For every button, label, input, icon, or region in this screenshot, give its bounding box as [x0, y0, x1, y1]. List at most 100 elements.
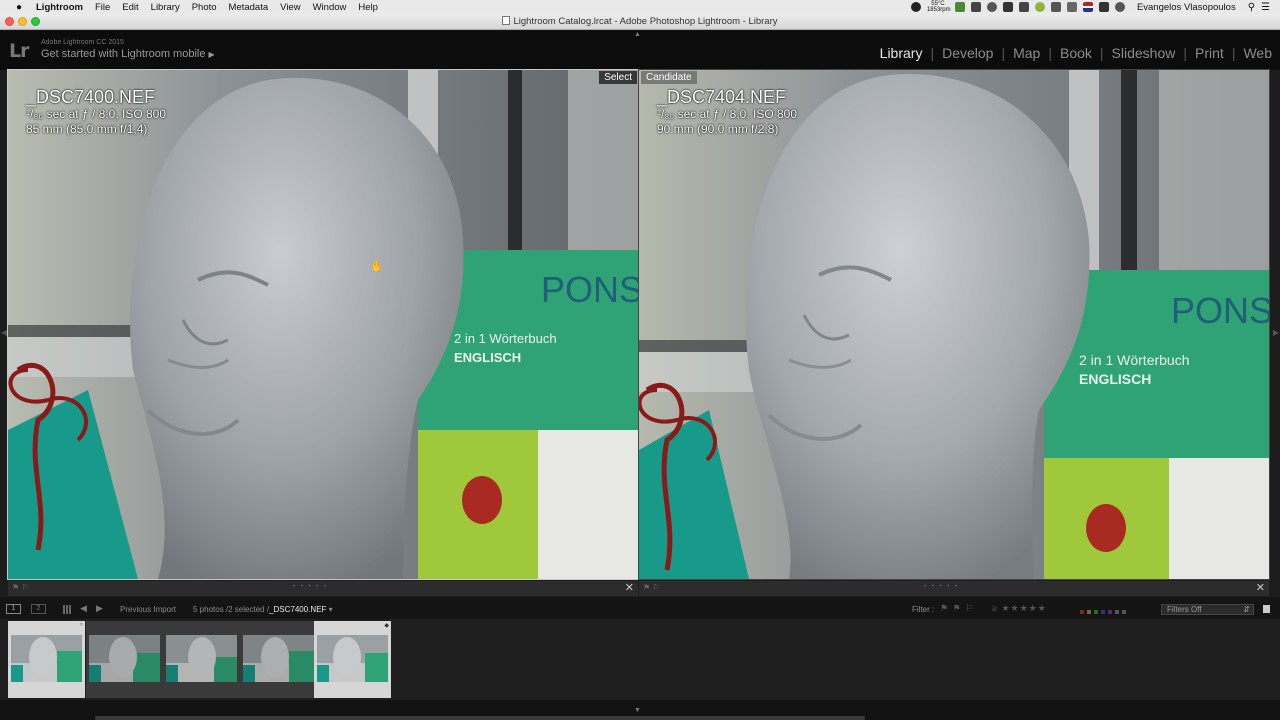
filmstrip-toolbar: 1 2 ◀ ▶ Previous Import 5 photos /2 sele…: [0, 601, 1280, 618]
select-panel-footer: ⚑ ⚐ • • • • • ✕: [8, 581, 638, 596]
window-title-bar: Lightroom Catalog.lrcat - Adobe Photosho…: [0, 14, 1280, 30]
menu-metadata[interactable]: Metadata: [229, 2, 269, 13]
network-icon[interactable]: [954, 2, 965, 12]
menu-help[interactable]: Help: [358, 2, 378, 13]
close-window-button[interactable]: [5, 17, 14, 26]
lightroom-logo: Lr: [9, 40, 30, 62]
module-slideshow[interactable]: Slideshow: [1104, 45, 1184, 61]
collapse-top-panel-icon[interactable]: ▲: [634, 31, 641, 38]
candidate-info-overlay: _DSC7404.NEF ¹/₈₀ sec at ƒ / 8,0, ISO 80…: [657, 87, 797, 137]
candidate-photo[interactable]: PONS 2 in 1 Wörterbuch ENGLISCH Candidat…: [638, 69, 1270, 580]
forward-arrow-icon[interactable]: ▶: [96, 603, 103, 614]
menu-lightroom[interactable]: Lightroom: [36, 2, 83, 13]
secondary-monitor-button[interactable]: 2: [31, 604, 46, 614]
filter-lock-icon[interactable]: [1263, 605, 1270, 613]
time-machine-icon[interactable]: [1114, 2, 1125, 12]
thumbnail-badge-icon: ◆: [384, 623, 389, 629]
filmstrip-thumbnail[interactable]: [163, 621, 240, 698]
camera-icon[interactable]: [970, 2, 981, 12]
notification-center-icon[interactable]: ☰: [1261, 2, 1270, 13]
select-panel: PONS 2 in 1 Wörterbuch ENGLISCH Select _…: [7, 69, 639, 597]
select-exposure: ¹/₈₀ sec at ƒ / 8,0, ISO 800: [26, 107, 167, 121]
current-photo-name: _DSC7400.NEF: [269, 605, 327, 614]
select-flag-icons[interactable]: ⚑ ⚐: [12, 583, 29, 592]
temperature-readout: 55°C 1853rpm: [927, 1, 951, 13]
photo-count-label: 5 photos /2 selected /: [193, 605, 270, 614]
menu-view[interactable]: View: [280, 2, 300, 13]
filmstrip-count[interactable]: 5 photos /2 selected /_DSC7400.NEF ▾: [193, 605, 333, 614]
spotlight-icon[interactable]: ⚲: [1248, 2, 1255, 13]
thumbnail-picture: [166, 635, 237, 682]
select-rating-dots[interactable]: • • • • •: [293, 584, 328, 590]
filters-preset-select[interactable]: Filters Off ⇵: [1161, 604, 1254, 615]
left-panel-toggle-icon[interactable]: ◀: [1, 328, 7, 337]
primary-monitor-button[interactable]: 1: [6, 604, 21, 614]
collapse-filmstrip-icon[interactable]: ▼: [634, 707, 641, 714]
select-badge: Select: [599, 71, 637, 84]
module-book[interactable]: Book: [1052, 45, 1100, 61]
menu-edit[interactable]: Edit: [122, 2, 138, 13]
candidate-rating-dots[interactable]: • • • • •: [924, 584, 959, 590]
menu-window[interactable]: Window: [313, 2, 347, 13]
filmstrip-thumbnail[interactable]: ○: [8, 621, 85, 698]
mobile-link[interactable]: Get started with Lightroom mobile ▶: [41, 48, 215, 60]
minimize-window-button[interactable]: [18, 17, 27, 26]
candidate-book-subtitle: 2 in 1 Wörterbuch: [1079, 352, 1190, 368]
thumbnail-picture: [317, 635, 388, 682]
star-filter[interactable]: ≥ ★★★★★: [992, 603, 1047, 614]
thumbnail-image: [11, 635, 82, 682]
select-book-title: PONS: [541, 269, 638, 310]
module-map[interactable]: Map: [1005, 45, 1048, 61]
thumbnail-image: [317, 635, 388, 682]
menu-photo[interactable]: Photo: [192, 2, 217, 13]
grid-view-icon[interactable]: [63, 605, 72, 614]
module-library[interactable]: Library: [872, 45, 931, 61]
volume-icon[interactable]: [1066, 2, 1077, 12]
filmstrip-source[interactable]: Previous Import: [120, 605, 176, 614]
candidate-panel: PONS 2 in 1 Wörterbuch ENGLISCH Candidat…: [638, 69, 1270, 597]
thumbnail-picture: [11, 635, 82, 682]
battery-icon[interactable]: [1098, 2, 1109, 12]
color-label-filter[interactable]: [1080, 607, 1129, 616]
candidate-flag-icons[interactable]: ⚑ ⚐: [643, 583, 660, 592]
filmstrip-thumbnail[interactable]: ◆: [314, 621, 391, 698]
document-icon: [502, 16, 511, 25]
flag-filter-icons[interactable]: ⚑ ⚑ ⚐: [940, 603, 974, 614]
wifi-icon[interactable]: [1050, 2, 1061, 12]
compare-view: ◀ ▶ PONS 2 in 1 Wörterbuch ENGLISCH Sele…: [0, 69, 1280, 597]
thumbnail-badge-icon: ○: [79, 622, 83, 628]
select-caret-icon: ⇵: [1243, 605, 1250, 614]
sync-icon[interactable]: [1018, 2, 1029, 12]
filmstrip-scrollbar[interactable]: [95, 716, 865, 720]
module-print[interactable]: Print: [1187, 45, 1232, 61]
module-develop[interactable]: Develop: [934, 45, 1001, 61]
clock-icon[interactable]: [986, 2, 997, 12]
filmstrip: ○ ◆: [0, 619, 1280, 700]
menu-file[interactable]: File: [95, 2, 110, 13]
product-version: Adobe Lightroom CC 2015: [41, 39, 124, 46]
evernote-icon[interactable]: [1034, 2, 1045, 12]
back-arrow-icon[interactable]: ◀: [80, 603, 87, 614]
dropbox-icon[interactable]: [1002, 2, 1013, 12]
candidate-close-icon[interactable]: ✕: [1256, 581, 1265, 594]
thumbnail-image: [166, 635, 237, 682]
apple-menu-icon[interactable]: ●: [12, 2, 26, 13]
candidate-filename: _DSC7404.NEF: [657, 87, 787, 107]
select-close-icon[interactable]: ✕: [625, 581, 634, 594]
status-tray: 55°C 1853rpm Evangelos Vlasopoulos ⚲ ☰: [910, 0, 1270, 14]
filmstrip-thumbnail[interactable]: [86, 621, 163, 698]
select-photo[interactable]: PONS 2 in 1 Wörterbuch ENGLISCH Select _…: [7, 69, 639, 580]
select-book-subtitle: 2 in 1 Wörterbuch: [454, 331, 557, 346]
candidate-exposure: ¹/₈₀ sec at ƒ / 8,0, ISO 800: [657, 107, 798, 121]
filmstrip-thumbnail[interactable]: [240, 621, 317, 698]
flag-us-icon[interactable]: [1082, 2, 1093, 12]
zoom-window-button[interactable]: [31, 17, 40, 26]
thumbnail-picture: [89, 635, 160, 682]
sensor-icon[interactable]: [910, 2, 921, 12]
right-panel-toggle-icon[interactable]: ▶: [1273, 328, 1279, 337]
window-title: Lightroom Catalog.lrcat - Adobe Photosho…: [513, 16, 778, 27]
candidate-badge: Candidate: [641, 71, 697, 84]
user-name[interactable]: Evangelos Vlasopoulos: [1137, 2, 1236, 13]
menu-library[interactable]: Library: [151, 2, 180, 13]
module-web[interactable]: Web: [1235, 45, 1280, 61]
